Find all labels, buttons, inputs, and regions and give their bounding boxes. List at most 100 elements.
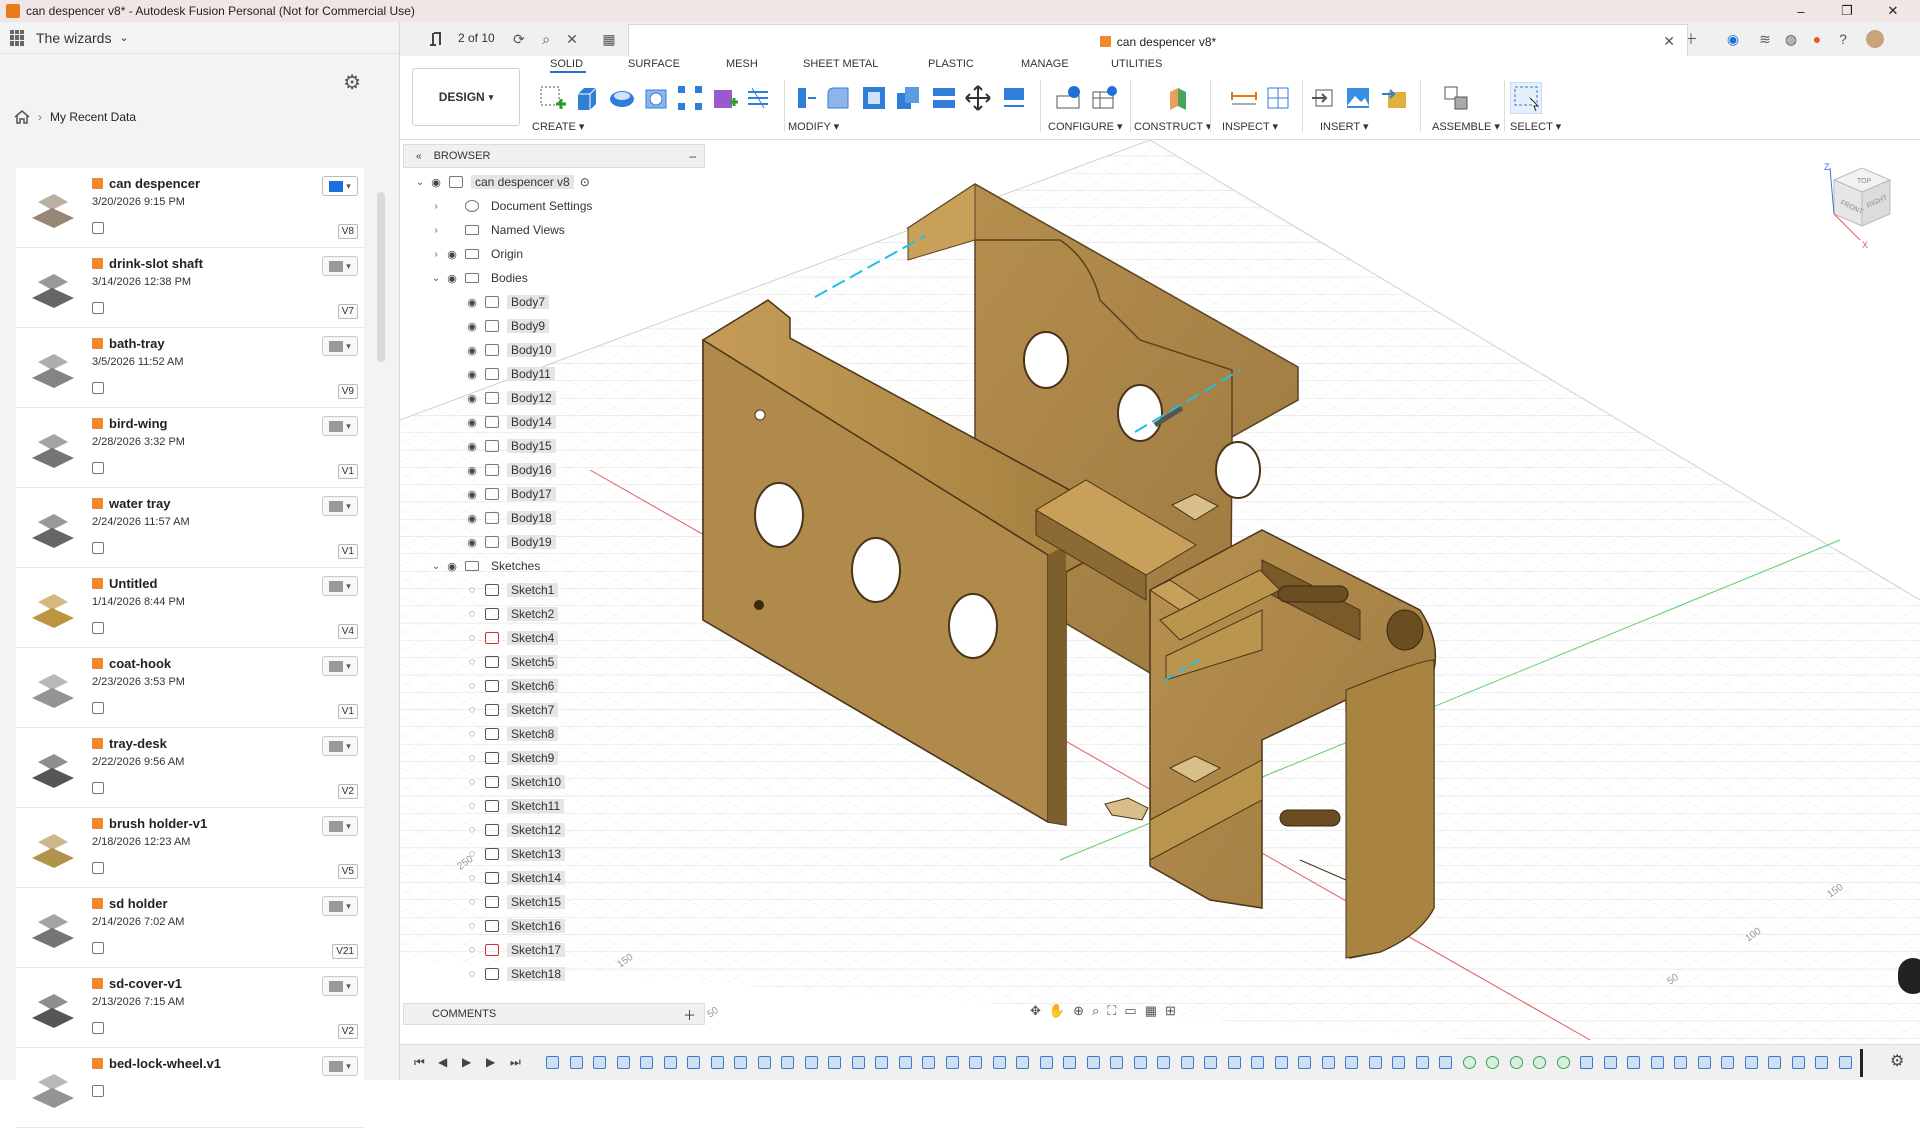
apps-grid-icon[interactable]: ▦ [600, 30, 618, 48]
browser-item-body[interactable]: ◉ Body19 [413, 530, 705, 554]
document-tab[interactable]: can despencer v8* ✕ [628, 24, 1688, 58]
play-icon[interactable]: ▶ [462, 1055, 471, 1069]
file-name[interactable]: sd-cover-v1 [109, 976, 182, 991]
activate-component-icon[interactable]: ⊙ [580, 175, 590, 189]
timeline-feature-icon[interactable] [1039, 1056, 1053, 1069]
help-icon[interactable]: ? [1834, 30, 1852, 48]
open-file-button[interactable]: ▾ [322, 576, 358, 596]
timeline-feature-icon[interactable] [828, 1056, 841, 1069]
job-status-icon[interactable]: ≋ [1756, 30, 1774, 48]
timeline-feature-icon[interactable] [1016, 1056, 1029, 1069]
timeline-feature-icon[interactable] [1392, 1056, 1405, 1069]
eye-hidden-icon[interactable]: ◌ [463, 824, 481, 836]
close-button[interactable]: ✕ [1870, 0, 1916, 22]
timeline-marker[interactable] [1860, 1049, 1863, 1077]
view-cube[interactable]: TOP FRONT RIGHT Z X [1812, 160, 1892, 250]
version-badge[interactable]: V1 [337, 704, 358, 719]
timeline-feature-icon[interactable] [1533, 1056, 1546, 1069]
eye-hidden-icon[interactable]: ◌ [463, 848, 481, 860]
browser-item-sketch[interactable]: ◌ Sketch5 [413, 650, 705, 674]
tab-utilities[interactable]: UTILITIES [1111, 58, 1162, 70]
file-name[interactable]: Untitled [109, 576, 157, 591]
orbit-icon[interactable]: ✥ [1030, 1003, 1041, 1019]
timeline-feature-icon[interactable] [1509, 1056, 1523, 1069]
timeline-feature-icon[interactable] [1462, 1056, 1476, 1069]
browser-item-body[interactable]: ◉ Body18 [413, 506, 705, 530]
avatar[interactable] [1866, 30, 1884, 48]
file-thumbnail[interactable] [18, 252, 86, 324]
file-item[interactable]: tray-desk 2/22/2026 9:56 AM ▾ V2 [16, 728, 364, 808]
timeline-feature-icon[interactable] [781, 1056, 794, 1069]
file-name[interactable]: coat-hook [109, 656, 171, 671]
version-badge[interactable]: V2 [337, 784, 358, 799]
file-thumbnail[interactable] [18, 492, 86, 564]
file-thumbnail[interactable] [18, 652, 86, 724]
tab-surface[interactable]: SURFACE [628, 58, 680, 70]
workspace-switcher[interactable]: DESIGN ▾ [412, 68, 520, 126]
project-selector[interactable]: The wizards ⌄ [0, 22, 399, 54]
timeline-feature-icon[interactable] [1204, 1056, 1217, 1069]
timeline-feature-icon[interactable] [593, 1056, 606, 1069]
select-menu[interactable]: SELECT ▾ [1510, 120, 1561, 133]
timeline-feature-icon[interactable] [1674, 1056, 1687, 1069]
browser-header[interactable]: « BROWSER – [403, 144, 705, 168]
file-thumbnail[interactable] [18, 1052, 86, 1124]
close-tab-icon[interactable]: ✕ [1663, 33, 1675, 50]
tab-manage[interactable]: MANAGE [1021, 58, 1069, 70]
inspect-menu[interactable]: INSPECT ▾ [1222, 120, 1278, 133]
extrude-icon[interactable] [570, 82, 602, 114]
file-thumbnail[interactable] [18, 812, 86, 884]
eye-hidden-icon[interactable]: ◌ [463, 656, 481, 668]
timeline-feature-icon[interactable] [992, 1056, 1006, 1069]
home-icon[interactable] [14, 110, 30, 124]
tab-plastic[interactable]: PLASTIC [928, 58, 974, 70]
eye-hidden-icon[interactable]: ◌ [463, 872, 481, 884]
eye-icon[interactable]: ◉ [463, 464, 481, 477]
browser-item-body[interactable]: ◉ Body12 [413, 386, 705, 410]
eye-hidden-icon[interactable]: ◌ [463, 752, 481, 764]
file-name[interactable]: can despencer [109, 176, 200, 191]
insert-derive-icon[interactable] [1308, 82, 1340, 114]
version-badge[interactable]: V1 [337, 464, 358, 479]
press-pull-icon[interactable] [788, 82, 820, 114]
eye-hidden-icon[interactable]: ◌ [463, 728, 481, 740]
file-item[interactable]: drink-slot shaft 3/14/2026 12:38 PM ▾ V7 [16, 248, 364, 328]
file-thumbnail[interactable] [18, 892, 86, 964]
create-form-icon[interactable] [708, 82, 740, 114]
pattern-icon[interactable] [674, 82, 706, 114]
data-panel-toggle-icon[interactable] [424, 30, 454, 48]
eye-hidden-icon[interactable]: ◌ [463, 896, 481, 908]
file-thumbnail[interactable] [18, 172, 86, 244]
tab-solid[interactable]: SOLID [550, 58, 583, 70]
browser-item-body[interactable]: ◉ Body7 [413, 290, 705, 314]
timeline-feature-icon[interactable] [687, 1056, 700, 1069]
viewports-icon[interactable]: ⊞ [1165, 1003, 1176, 1019]
eye-hidden-icon[interactable]: ◌ [463, 632, 481, 644]
timeline-feature-icon[interactable] [757, 1056, 771, 1069]
timeline-feature-icon[interactable] [875, 1056, 888, 1069]
notifications-icon[interactable]: ● [1808, 30, 1826, 48]
eye-hidden-icon[interactable]: ◌ [463, 608, 481, 620]
breadcrumb-label[interactable]: My Recent Data [50, 110, 136, 124]
fit-icon[interactable]: ⛶ [1107, 1003, 1116, 1019]
eye-hidden-icon[interactable]: ◌ [463, 776, 481, 788]
add-comment-icon[interactable]: ＋ [683, 1005, 696, 1024]
browser-item-sketch[interactable]: ◌ Sketch17 [413, 938, 705, 962]
browser-item-body[interactable]: ◉ Body17 [413, 482, 705, 506]
timeline-feature-icon[interactable] [898, 1056, 912, 1069]
file-thumbnail[interactable] [18, 332, 86, 404]
browser-item-sketch[interactable]: ◌ Sketch11 [413, 794, 705, 818]
timeline-feature-icon[interactable] [1110, 1056, 1123, 1069]
grid-settings-icon[interactable]: ▦ [1145, 1003, 1157, 1019]
eye-icon[interactable]: ◉ [463, 368, 481, 381]
timeline-feature-icon[interactable] [1157, 1056, 1170, 1069]
timeline-feature-icon[interactable] [804, 1056, 818, 1069]
file-item[interactable]: bath-tray 3/5/2026 11:52 AM ▾ V9 [16, 328, 364, 408]
eye-hidden-icon[interactable]: ◌ [463, 584, 481, 596]
open-file-button[interactable]: ▾ [322, 976, 358, 996]
timeline-feature-icon[interactable] [1603, 1056, 1617, 1069]
browser-item-body[interactable]: ◉ Body9 [413, 314, 705, 338]
online-status-icon[interactable]: ◉ [1724, 30, 1742, 48]
file-item[interactable]: Untitled 1/14/2026 8:44 PM ▾ V4 [16, 568, 364, 648]
file-item[interactable]: sd holder 2/14/2026 7:02 AM ▾ V21 [16, 888, 364, 968]
